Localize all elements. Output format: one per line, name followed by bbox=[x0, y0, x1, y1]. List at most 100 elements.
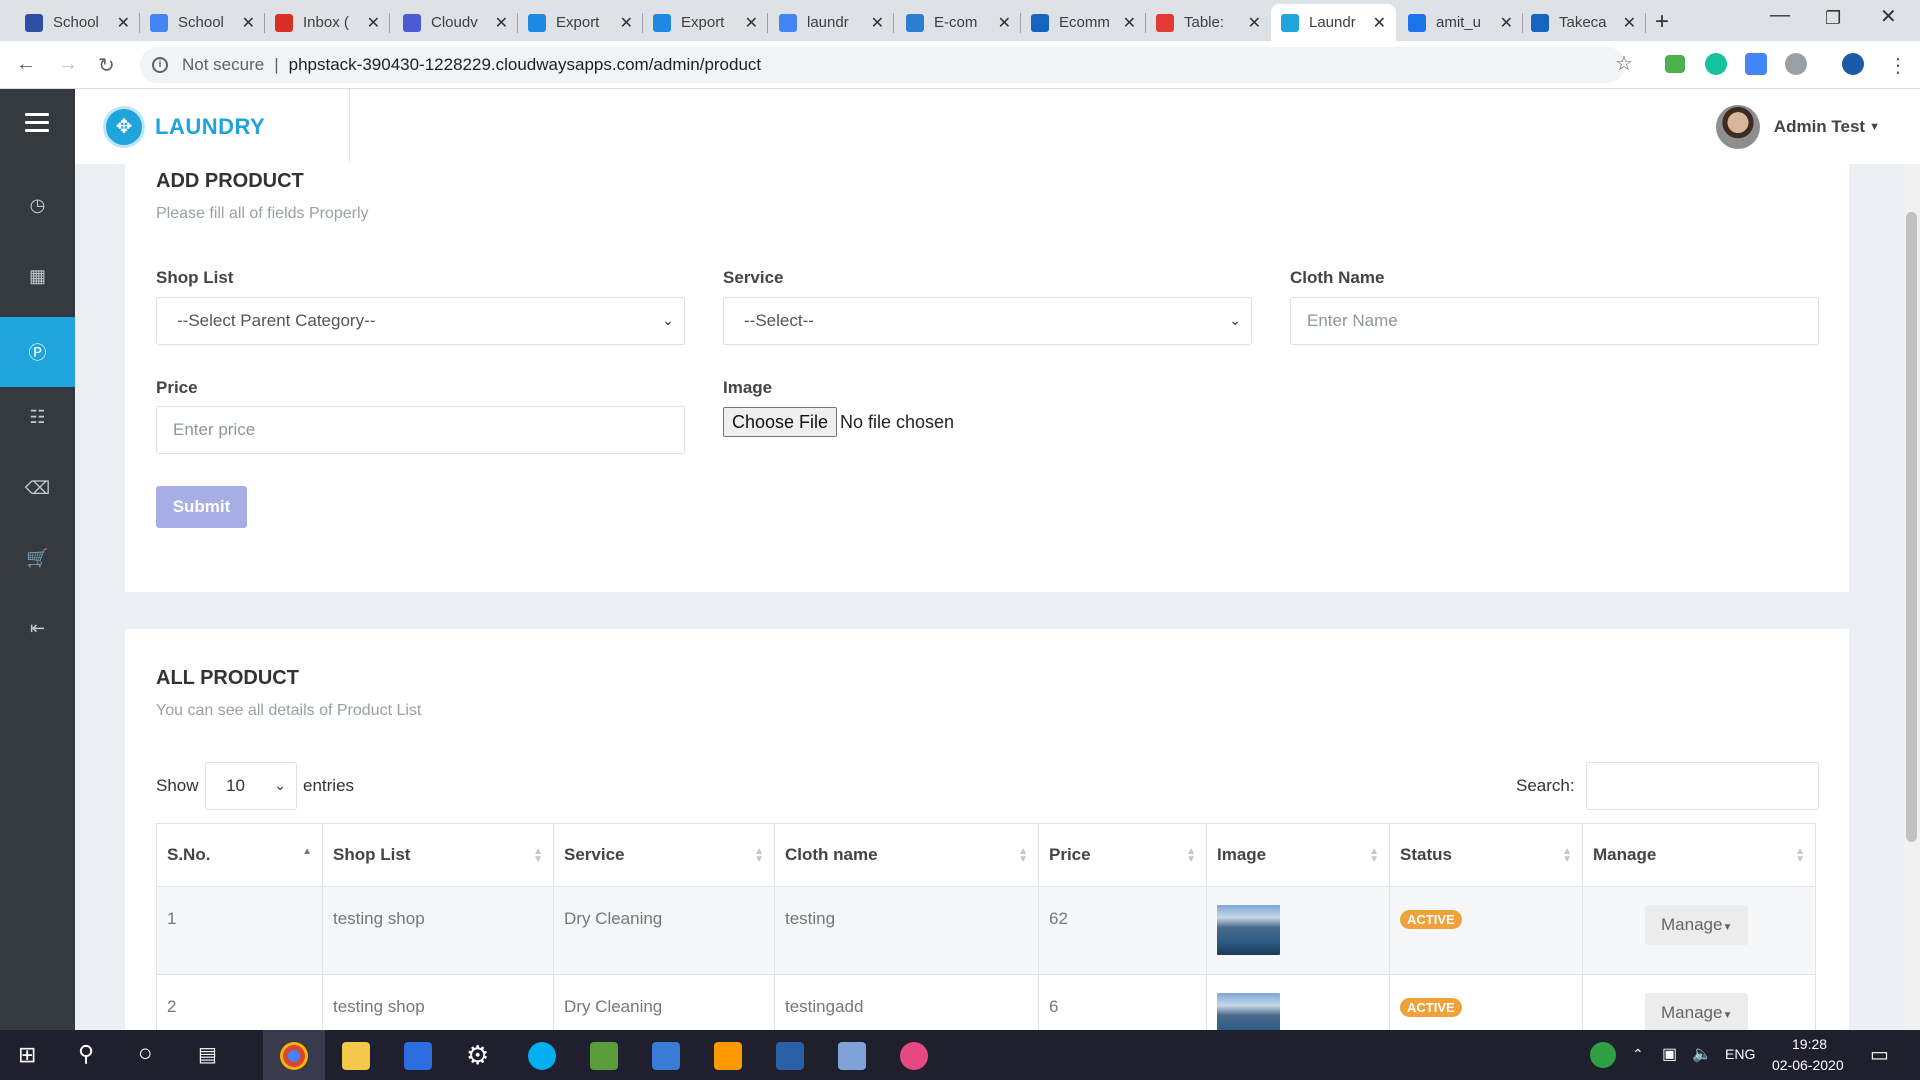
column-header[interactable]: Service ▲ ▼ bbox=[553, 823, 775, 887]
tab-close-icon[interactable]: ✕ bbox=[620, 13, 633, 33]
browser-tab[interactable]: School ✕ bbox=[15, 4, 140, 41]
sort-icon: ▲ ▼ bbox=[1186, 846, 1196, 865]
cart-icon[interactable]: 🛒 bbox=[0, 523, 75, 593]
manage-dropdown-button[interactable]: Manage▼ bbox=[1645, 993, 1749, 1030]
hamburger-menu-icon[interactable] bbox=[25, 113, 49, 137]
browser-tab[interactable]: Inbox (✕ bbox=[265, 4, 390, 41]
browser-tab[interactable]: Export ✕ bbox=[643, 4, 768, 41]
gift-icon[interactable]: ☷ bbox=[0, 382, 75, 452]
column-header[interactable]: Manage ▲ ▼ bbox=[1582, 823, 1816, 887]
product-icon[interactable]: Ⓟ bbox=[0, 317, 75, 387]
chrome-icon[interactable] bbox=[280, 1042, 308, 1070]
column-header[interactable]: Cloth name ▲ ▼ bbox=[774, 823, 1039, 887]
tab-close-icon[interactable]: ✕ bbox=[871, 13, 884, 33]
volume-icon[interactable]: 🔈 bbox=[1692, 1044, 1712, 1064]
cell-price: 62 bbox=[1038, 886, 1207, 975]
file-explorer-icon[interactable] bbox=[342, 1042, 370, 1070]
language-indicator[interactable]: ENG bbox=[1725, 1046, 1755, 1062]
task-view-icon[interactable]: ▤ bbox=[198, 1042, 217, 1067]
close-window-button[interactable]: ✕ bbox=[1880, 4, 1897, 29]
help-icon[interactable] bbox=[1590, 1042, 1616, 1068]
submit-button[interactable]: Submit bbox=[156, 486, 247, 528]
tab-close-icon[interactable]: ✕ bbox=[1500, 13, 1513, 33]
app-icon[interactable] bbox=[652, 1042, 680, 1070]
browser-tab[interactable]: amit_u ✕ bbox=[1398, 4, 1523, 41]
add-product-title: ADD PRODUCT bbox=[156, 170, 304, 192]
tab-close-icon[interactable]: ✕ bbox=[1123, 13, 1136, 33]
browser-tab[interactable]: Export ✕ bbox=[518, 4, 643, 41]
windows-start-icon[interactable]: ⊞ bbox=[18, 1042, 36, 1068]
logout-icon[interactable]: ⇤ bbox=[0, 593, 75, 663]
forward-icon[interactable]: → bbox=[58, 53, 78, 76]
profile-icon[interactable] bbox=[1842, 53, 1864, 75]
cloth-name-input[interactable]: Enter Name bbox=[1290, 297, 1819, 345]
manage-dropdown-button[interactable]: Manage▼ bbox=[1645, 905, 1749, 945]
chevron-up-icon[interactable]: ⌃ bbox=[1632, 1046, 1644, 1063]
entries-select[interactable]: 10 ⌄ bbox=[205, 762, 297, 810]
info-icon[interactable]: i bbox=[152, 57, 168, 73]
grammarly-icon[interactable] bbox=[1705, 53, 1727, 75]
scrollbar-thumb[interactable] bbox=[1906, 212, 1917, 842]
restore-button[interactable]: ❐ bbox=[1825, 8, 1841, 29]
notifications-icon[interactable]: ▭ bbox=[1870, 1042, 1889, 1067]
browser-tab[interactable]: Laundr ✕ bbox=[1271, 4, 1396, 41]
sublime-text-icon[interactable] bbox=[714, 1042, 742, 1070]
tab-close-icon[interactable]: ✕ bbox=[495, 13, 508, 33]
lync-icon[interactable] bbox=[404, 1042, 432, 1070]
settings-gear-icon[interactable]: ⚙ bbox=[466, 1040, 489, 1071]
brand-logo[interactable]: ✥ LAUNDRY bbox=[75, 89, 350, 164]
shop-list-select[interactable]: --Select Parent Category-- ⌄ bbox=[156, 297, 685, 345]
browser-tab[interactable]: laundr ✕ bbox=[769, 4, 894, 41]
search-icon[interactable]: ⚲ bbox=[78, 1041, 94, 1067]
service-select[interactable]: --Select-- ⌄ bbox=[723, 297, 1252, 345]
extension-icon[interactable] bbox=[1785, 53, 1807, 75]
column-header[interactable]: Image ▲ ▼ bbox=[1206, 823, 1390, 887]
tab-close-icon[interactable]: ✕ bbox=[998, 13, 1011, 33]
browser-tab[interactable]: Cloudv ✕ bbox=[393, 4, 518, 41]
cortana-icon[interactable]: ○ bbox=[138, 1040, 153, 1068]
column-header[interactable]: S.No. ▲ bbox=[156, 823, 323, 887]
dashboard-icon[interactable]: ◷ bbox=[0, 170, 75, 240]
tab-close-icon[interactable]: ✕ bbox=[242, 13, 255, 33]
caret-down-icon: ▼ bbox=[1869, 121, 1880, 133]
column-header[interactable]: Status ▲ ▼ bbox=[1389, 823, 1583, 887]
tab-separator bbox=[389, 13, 390, 33]
cell-price: 6 bbox=[1038, 974, 1207, 1030]
price-input[interactable]: Enter price bbox=[156, 406, 685, 454]
tab-close-icon[interactable]: ✕ bbox=[367, 13, 380, 33]
clock-date[interactable]: 02-06-2020 bbox=[1772, 1057, 1844, 1073]
extension-icon[interactable] bbox=[1665, 55, 1685, 73]
network-app-icon[interactable] bbox=[776, 1042, 804, 1070]
reload-icon[interactable]: ↻ bbox=[98, 53, 115, 78]
tab-close-icon[interactable]: ✕ bbox=[1623, 13, 1636, 33]
browser-tab[interactable]: E-com ✕ bbox=[896, 4, 1021, 41]
search-input[interactable] bbox=[1586, 762, 1819, 810]
bookmark-star-icon[interactable]: ☆ bbox=[1615, 51, 1633, 76]
skype-icon[interactable] bbox=[528, 1042, 556, 1070]
app-icon[interactable] bbox=[590, 1042, 618, 1070]
user-menu[interactable]: Admin Test ▼ bbox=[1715, 105, 1880, 149]
back-icon[interactable]: ← bbox=[16, 53, 36, 76]
minimize-button[interactable]: — bbox=[1770, 4, 1790, 27]
tab-close-icon[interactable]: ✕ bbox=[1373, 13, 1386, 33]
tab-close-icon[interactable]: ✕ bbox=[1248, 13, 1261, 33]
table-icon[interactable]: ▦ bbox=[0, 241, 75, 311]
omnibox[interactable]: i Not secure | phpstack-390430-1228229.c… bbox=[140, 47, 1625, 83]
clock-time[interactable]: 19:28 bbox=[1792, 1036, 1827, 1052]
tab-close-icon[interactable]: ✕ bbox=[117, 13, 130, 33]
menu-dots-icon[interactable]: ⋮ bbox=[1888, 53, 1908, 78]
new-tab-button[interactable]: + bbox=[1655, 8, 1669, 36]
browser-tab[interactable]: Takeca ✕ bbox=[1521, 4, 1646, 41]
translate-icon[interactable] bbox=[1745, 53, 1767, 75]
choose-file-button[interactable]: Choose File bbox=[723, 407, 838, 437]
tag-icon[interactable]: ⌫ bbox=[0, 453, 75, 523]
browser-tab[interactable]: Ecomm ✕ bbox=[1021, 4, 1146, 41]
tab-close-icon[interactable]: ✕ bbox=[745, 13, 758, 33]
network-icon[interactable]: ▣ bbox=[1662, 1044, 1677, 1064]
browser-tab[interactable]: School ✕ bbox=[140, 4, 265, 41]
app-icon[interactable] bbox=[838, 1042, 866, 1070]
column-header[interactable]: Shop List ▲ ▼ bbox=[322, 823, 554, 887]
itunes-icon[interactable] bbox=[900, 1042, 928, 1070]
browser-tab[interactable]: Table: ✕ bbox=[1146, 4, 1271, 41]
column-header[interactable]: Price ▲ ▼ bbox=[1038, 823, 1207, 887]
